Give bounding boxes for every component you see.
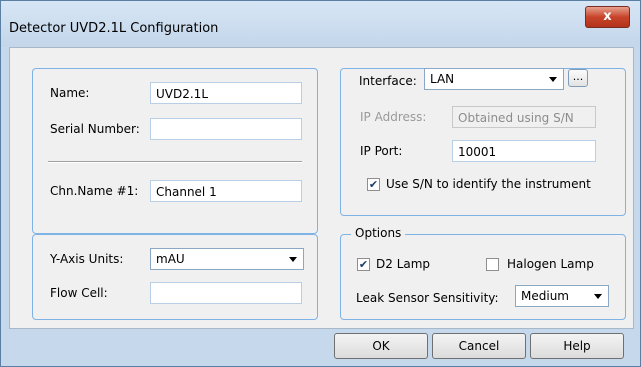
window-title: Detector UVD2.1L Configuration [9,21,219,36]
name-field[interactable]: UVD2.1L [150,82,302,104]
halogen-lamp-checkbox[interactable] [486,258,499,271]
channel-name-field[interactable]: Channel 1 [150,180,302,202]
options-group: Options [340,226,626,320]
ok-button[interactable]: OK [334,333,428,359]
channel-name-label: Chn.Name #1: [50,184,139,198]
interface-value: LAN [430,72,455,86]
chevron-down-icon [549,77,557,82]
y-axis-units-select[interactable]: mAU [150,248,304,270]
y-axis-units-value: mAU [156,252,185,266]
interface-select[interactable]: LAN [424,68,564,90]
ip-port-label: IP Port: [360,144,403,158]
name-label: Name: [50,86,90,100]
ip-port-field[interactable]: 10001 [452,140,596,162]
d2-lamp-label[interactable]: D2 Lamp [376,257,430,271]
leak-sensor-label: Leak Sensor Sensitivity: [356,291,499,305]
flow-cell-field[interactable] [150,282,302,304]
dialog-body: Name: UVD2.1L Serial Number: Chn.Name #1… [9,47,634,329]
chevron-down-icon [289,257,297,262]
use-sn-checkbox[interactable]: ✔ [367,178,380,191]
serial-number-label: Serial Number: [50,122,140,136]
chevron-down-icon [594,294,602,299]
interface-browse-button[interactable]: ... [568,69,588,87]
interface-label: Interface: [357,74,419,88]
config-dialog: Detector UVD2.1L Configuration x Name: U… [0,0,641,367]
cancel-button[interactable]: Cancel [432,333,526,359]
halogen-lamp-label[interactable]: Halogen Lamp [507,257,594,271]
y-axis-units-label: Y-Axis Units: [50,252,124,266]
identity-divider [48,161,302,163]
options-title: Options [351,226,406,240]
use-sn-label[interactable]: Use S/N to identify the instrument [386,177,591,191]
flow-cell-label: Flow Cell: [50,286,108,300]
close-button[interactable]: x [585,6,630,28]
leak-sensor-select[interactable]: Medium [515,285,609,307]
ip-address-label: IP Address: [360,110,427,124]
d2-lamp-checkbox[interactable]: ✔ [357,258,370,271]
title-bar: Detector UVD2.1L Configuration x [1,1,640,47]
axis-group [32,234,318,320]
leak-sensor-value: Medium [521,289,569,303]
serial-number-field[interactable] [150,118,302,140]
ip-address-field: Obtained using S/N [452,106,596,128]
help-button[interactable]: Help [530,333,624,359]
